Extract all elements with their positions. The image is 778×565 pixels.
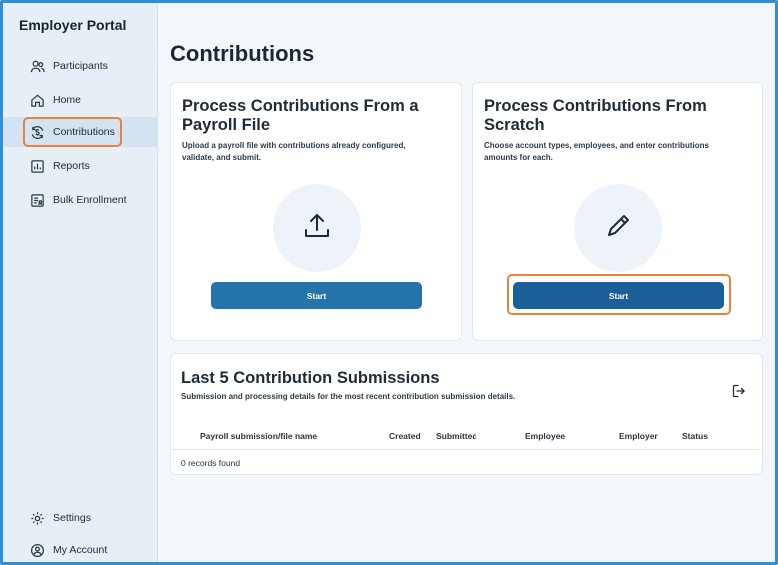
gear-icon xyxy=(29,510,45,526)
sidebar-item-label: Reports xyxy=(53,160,90,172)
sidebar-item-label: Home xyxy=(53,94,82,106)
page-title: Contributions xyxy=(170,41,315,66)
sidebar-item-home[interactable]: Home xyxy=(3,85,158,115)
column-header-employee[interactable]: Employee xyxy=(525,431,575,441)
sidebar-item-label: Bulk Enrollment xyxy=(53,194,127,206)
start-scratch-button[interactable]: Start xyxy=(513,282,724,309)
card-title: Process Contributions From a Payroll Fil… xyxy=(182,97,419,134)
sidebar-item-label: Settings xyxy=(53,512,91,524)
start-payroll-file-button[interactable]: Start xyxy=(211,282,422,309)
sidebar-item-label: My Account xyxy=(53,544,108,556)
column-header-status[interactable]: Status xyxy=(682,431,722,441)
sidebar-item-reports[interactable]: Reports xyxy=(3,151,158,181)
empty-records-text: 0 records found xyxy=(181,458,241,468)
account-icon xyxy=(29,542,45,558)
bulk-enrollment-icon xyxy=(29,192,45,208)
card-title: Process Contributions From Scratch xyxy=(484,97,707,134)
payroll-file-card: Process Contributions From a Payroll Fil… xyxy=(170,82,462,341)
column-header-employer[interactable]: Employer xyxy=(619,431,664,441)
sidebar-item-label: Contributions xyxy=(53,126,115,138)
column-header-file-name[interactable]: Payroll submission/file name xyxy=(200,431,340,441)
upload-icon-circle xyxy=(273,184,361,272)
app-window: Employer Portal Participants Home Contri… xyxy=(0,0,778,565)
column-header-submitted[interactable]: Submitted xyxy=(436,431,476,441)
export-icon[interactable] xyxy=(732,384,746,398)
reports-icon xyxy=(29,158,45,174)
pencil-icon-circle xyxy=(574,184,662,272)
home-icon xyxy=(29,92,45,108)
column-header-created[interactable]: Created xyxy=(389,431,429,441)
sidebar: Employer Portal Participants Home Contri… xyxy=(3,3,158,562)
pencil-icon xyxy=(603,211,633,246)
sidebar-item-participants[interactable]: Participants xyxy=(3,51,158,81)
submissions-title: Last 5 Contribution Submissions xyxy=(181,369,440,387)
table-divider xyxy=(171,449,762,450)
submissions-description: Submission and processing details for th… xyxy=(181,392,516,401)
submissions-card: Last 5 Contribution Submissions Submissi… xyxy=(170,353,763,475)
main-content: Contributions Process Contributions From… xyxy=(159,3,775,562)
upload-icon xyxy=(302,211,332,246)
people-icon xyxy=(29,58,45,74)
card-description: Upload a payroll file with contributions… xyxy=(182,141,406,162)
card-description: Choose account types, employees, and ent… xyxy=(484,141,709,162)
sidebar-item-label: Participants xyxy=(53,60,108,72)
brand-title: Employer Portal xyxy=(19,17,127,33)
sidebar-item-settings[interactable]: Settings xyxy=(3,503,158,533)
sidebar-item-bulk-enrollment[interactable]: Bulk Enrollment xyxy=(3,185,158,215)
sidebar-item-contributions[interactable]: Contributions xyxy=(3,117,158,147)
sidebar-item-my-account[interactable]: My Account xyxy=(3,535,158,562)
contributions-icon xyxy=(29,124,45,140)
scratch-card: Process Contributions From Scratch Choos… xyxy=(472,82,763,341)
